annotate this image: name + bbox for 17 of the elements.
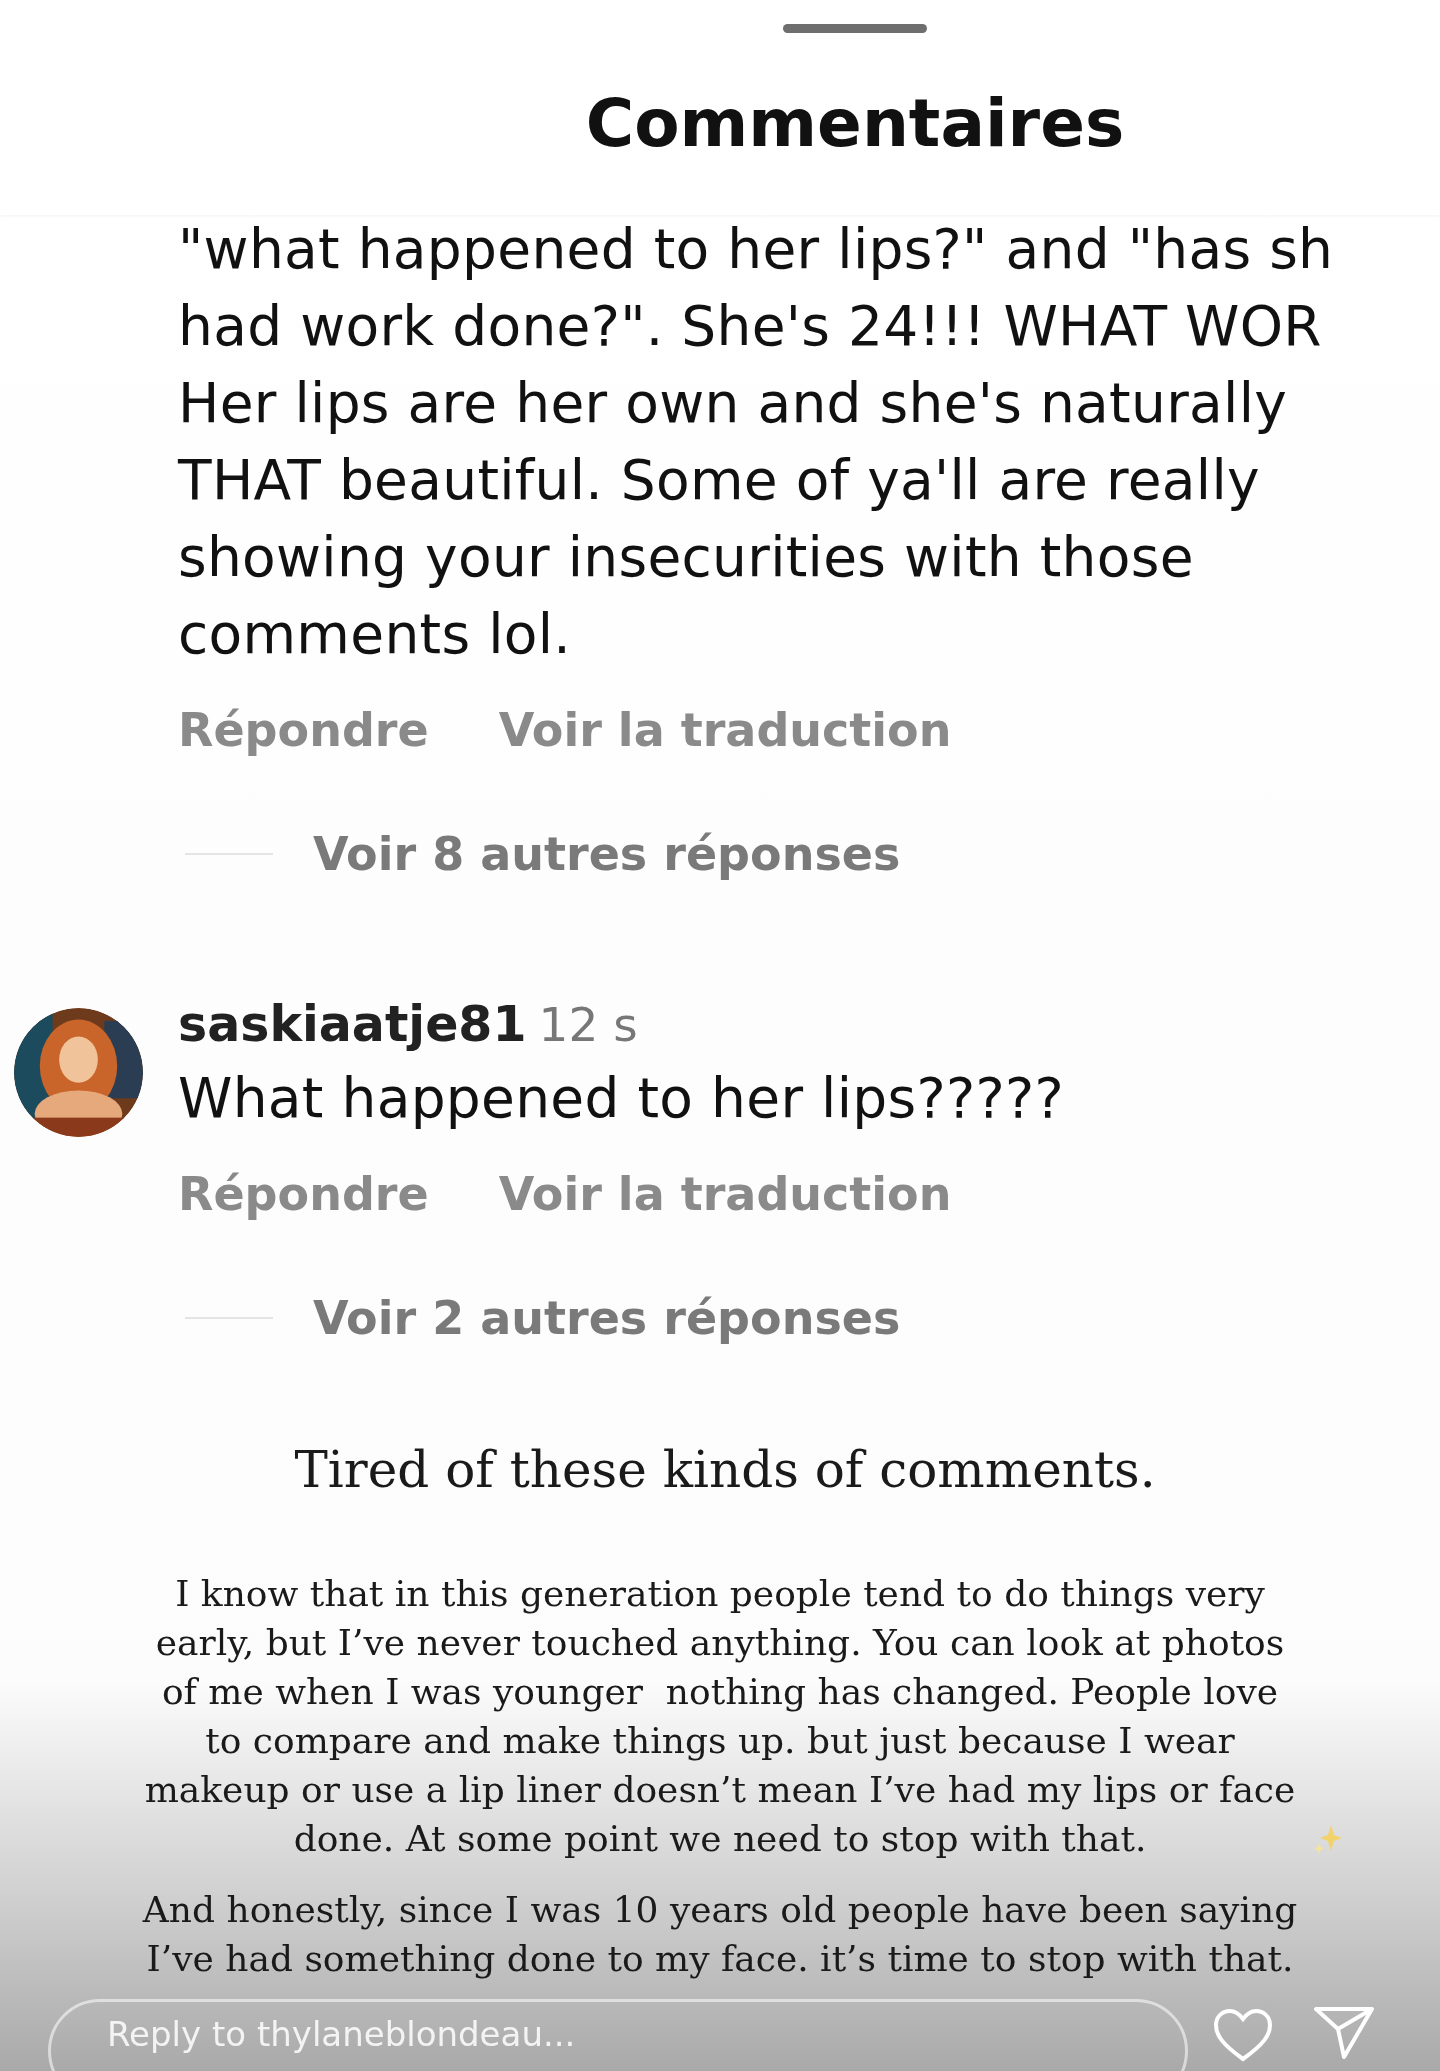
comment-time: 12 s [538,997,638,1052]
username[interactable]: saskiaatje81 [178,996,527,1053]
reply-link[interactable]: Répondre [178,1167,429,1221]
heart-icon[interactable] [1212,2007,1274,2063]
comment-text: "what happened to her lips?" and "has sh had work done?". She's 24!!! WHAT WOR Her lips are her own and she's naturally THAT beautiful. Some of ya'll are really showing your insecurities with those comments lol. [178,216,1334,668]
story-paragraph: I know that in this generation people tend to do things very early, but I’ve never touched anything. You can look at photos of me when I was younger nothing has changed. People love to compare and make things up. but just because I wear makeup or use a lip liner doesn’t mean I’ve had my lips or face done. At some point we need to stop with that. [144,1572,1296,1861]
reply-link[interactable]: Répondre [178,703,429,757]
comment-text: What happened to her lips????? [178,1065,1064,1132]
story-heading: Tired of these kinds of comments. [294,1441,1156,1499]
view-replies-link[interactable]: Voir 8 autres réponses [313,827,901,881]
reply-field[interactable]: Reply to thylaneblondeau... [48,1999,1188,2071]
translate-link[interactable]: Voir la traduction [498,1167,952,1221]
story-paragraph: And honestly, since I was 10 years old people have been saying I’ve had something done to my face. it’s time to stop with that. [142,1888,1298,1981]
panel-title: Commentaires [585,91,1125,157]
drag-handle[interactable] [783,24,927,33]
translate-link[interactable]: Voir la traduction [498,703,952,757]
view-replies-link[interactable]: Voir 2 autres réponses [313,1291,901,1345]
